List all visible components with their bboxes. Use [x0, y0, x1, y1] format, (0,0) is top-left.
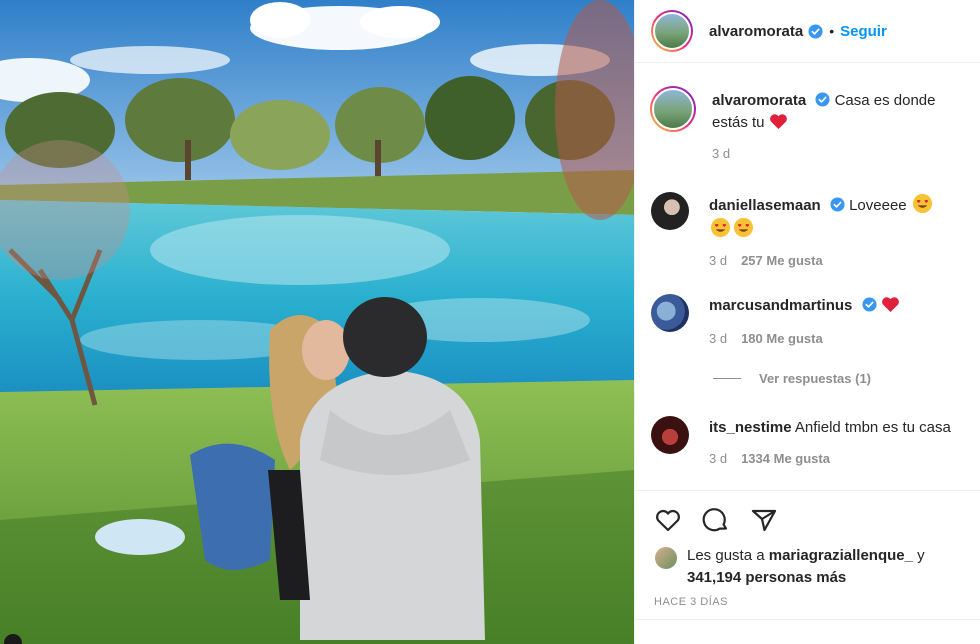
liker-avatar: [655, 547, 677, 569]
commenter-avatar[interactable]: [651, 416, 689, 454]
comment-username[interactable]: daniellasemaan: [709, 197, 821, 214]
heart-eyes-emoji: [733, 217, 754, 238]
comment-text: Anfield tmbn es tu casa: [794, 419, 951, 436]
post-timestamp[interactable]: HACE 3 DÍAS: [654, 596, 728, 608]
comment-text: Loveeee: [849, 197, 907, 214]
verified-badge-icon: [862, 297, 877, 312]
post-caption: alvaromorata Casa es donde estás tu 3 d: [650, 86, 980, 161]
comment-item: marcusandmartinus 3 d 180 Me gusta: [651, 294, 980, 346]
comment-icon[interactable]: [701, 505, 731, 535]
verified-badge-icon: [830, 197, 845, 212]
post-photo[interactable]: [0, 0, 634, 644]
red-heart-emoji: [769, 114, 787, 130]
comment-likes[interactable]: 257 Me gusta: [741, 253, 823, 268]
comments-list[interactable]: alvaromorata Casa es donde estás tu 3 d …: [635, 64, 980, 488]
comment-time: 3 d: [709, 331, 728, 346]
likes-others[interactable]: 341,194 personas más: [687, 569, 846, 586]
likes-joiner: y: [917, 547, 925, 564]
couple-by-lake-photo: [0, 0, 634, 644]
post-side-panel: alvaromorata • Seguir alvaromorata Casa …: [634, 0, 980, 644]
follow-button[interactable]: Seguir: [840, 23, 887, 40]
author-username[interactable]: alvaromorata: [709, 23, 803, 40]
comment-time: 3 d: [709, 451, 728, 466]
caption-username[interactable]: alvaromorata: [712, 92, 806, 109]
verified-badge-icon: [808, 23, 823, 39]
view-replies-button[interactable]: Ver respuestas (1): [713, 371, 871, 386]
red-heart-emoji: [881, 297, 899, 313]
action-bar: [653, 505, 779, 535]
likes-summary[interactable]: Les gusta a mariagraziallenque_ y 341,19…: [655, 545, 925, 589]
add-comment-area[interactable]: [635, 619, 980, 644]
comment-username[interactable]: marcusandmartinus: [709, 297, 852, 314]
comment-item: daniellasemaan Loveeee 3 d 257 Me gusta: [651, 192, 980, 268]
comment-username[interactable]: its_nestime: [709, 419, 792, 436]
heart-eyes-emoji: [710, 217, 731, 238]
caption-time: 3 d: [712, 146, 731, 161]
header-separator: •: [829, 23, 835, 39]
comment-time: 3 d: [709, 253, 728, 268]
author-avatar[interactable]: [651, 10, 693, 52]
heart-eyes-emoji: [912, 193, 932, 214]
comment-likes[interactable]: 180 Me gusta: [741, 331, 823, 346]
commenter-avatar[interactable]: [651, 294, 689, 332]
share-icon[interactable]: [749, 505, 779, 535]
likes-prefix: Les gusta a: [687, 547, 765, 564]
post-actions: Les gusta a mariagraziallenque_ y 341,19…: [635, 490, 980, 644]
comment-likes[interactable]: 1334 Me gusta: [741, 451, 830, 466]
post-header: alvaromorata • Seguir: [635, 0, 980, 63]
caption-avatar[interactable]: [650, 86, 696, 132]
view-replies-label: Ver respuestas (1): [759, 371, 872, 386]
liker-username[interactable]: mariagraziallenque_: [769, 547, 913, 564]
heart-icon[interactable]: [653, 505, 683, 535]
verified-badge-icon: [815, 92, 830, 107]
replies-divider: [713, 378, 741, 379]
commenter-avatar[interactable]: [651, 192, 689, 230]
comment-item: its_nestime Anfield tmbn es tu casa 3 d 1…: [651, 416, 980, 466]
